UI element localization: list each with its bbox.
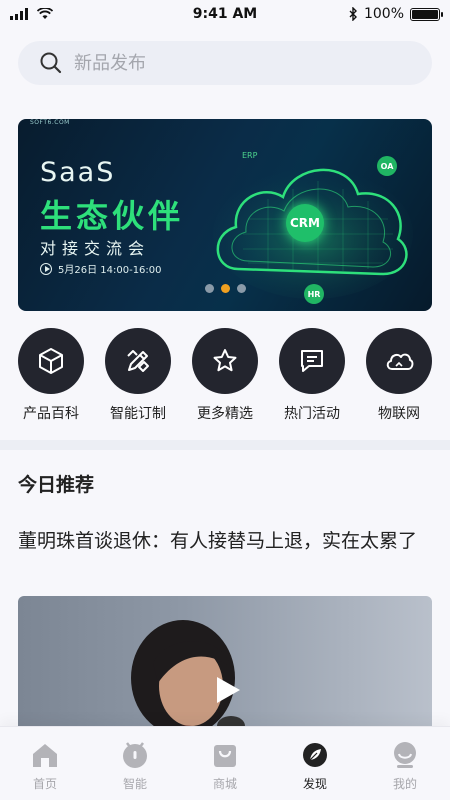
tab-home[interactable]: 首页 [0, 727, 90, 800]
category-label: 智能订制 [110, 406, 166, 422]
tab-label: 我的 [392, 777, 417, 791]
cloud-icon [386, 353, 414, 370]
promo-banner[interactable]: SOFT6.COM SaaS 生态伙伴 对接交流会 5月26日 14:00-16… [18, 119, 432, 311]
category-label: 产品百科 [23, 406, 79, 422]
banner-date: 5月26日 14:00-16:00 [40, 261, 162, 276]
cube-icon [39, 348, 63, 374]
category-grid: 产品百科 智能订制 更多精选 热门活动 物联网 [18, 328, 432, 423]
shopping-bag-icon [211, 741, 239, 769]
category-smart-custom[interactable]: 智能订制 [105, 328, 171, 423]
battery-icon [410, 7, 443, 21]
signal-icon [10, 8, 28, 20]
banner-date-text: 5月26日 14:00-16:00 [58, 265, 162, 276]
status-bar: 9:41 AM 100% [0, 0, 450, 28]
person-thumbnail [131, 620, 245, 736]
tab-label: 首页 [32, 777, 57, 791]
section-divider [0, 440, 450, 450]
tab-label: 商城 [212, 777, 237, 791]
category-icon-circle[interactable] [366, 328, 432, 394]
search-bar[interactable] [18, 41, 432, 85]
message-icon [301, 350, 323, 372]
banner-tag-erp: ERP [242, 151, 258, 160]
category-product-wiki[interactable]: 产品百科 [18, 328, 84, 423]
profile-icon [391, 741, 419, 769]
carousel-dot[interactable] [205, 284, 214, 293]
wifi-icon [37, 8, 53, 19]
carousel-dot-active[interactable] [221, 284, 230, 293]
banner-line1: SaaS [40, 157, 116, 188]
robot-icon [121, 741, 149, 769]
category-label: 更多精选 [197, 406, 253, 422]
banner-tag-crm: CRM [286, 204, 324, 242]
category-more-picks[interactable]: 更多精选 [192, 328, 258, 423]
tab-mall[interactable]: 商城 [180, 727, 270, 800]
category-label: 热门活动 [284, 406, 340, 422]
battery-percent: 100% [363, 6, 404, 22]
pencil-ruler-icon [127, 350, 149, 372]
banner-line2: 生态伙伴 [40, 197, 185, 235]
tab-label: 发现 [302, 777, 327, 791]
star-icon [213, 349, 237, 372]
carousel-dot[interactable] [237, 284, 246, 293]
tab-discover[interactable]: 发现 [270, 727, 360, 800]
category-icon-circle[interactable] [105, 328, 171, 394]
clock: 9:41 AM [192, 6, 258, 22]
banner-line3: 对接交流会 [40, 239, 151, 258]
banner-tag-hr: HR [304, 284, 324, 304]
play-circle-icon [40, 262, 52, 275]
category-label: 物联网 [378, 406, 420, 422]
tab-smart[interactable]: 智能 [90, 727, 180, 800]
article-video-thumbnail[interactable] [18, 596, 432, 736]
category-icon-circle[interactable] [279, 328, 345, 394]
bottom-tab-bar: 首页 智能 商城 发现 我的 [0, 726, 450, 800]
bluetooth-icon [349, 7, 357, 21]
tab-profile[interactable]: 我的 [360, 727, 450, 800]
search-icon [40, 52, 62, 74]
category-hot-events[interactable]: 热门活动 [279, 328, 345, 423]
category-icon-circle[interactable] [192, 328, 258, 394]
tab-label: 智能 [122, 777, 147, 791]
play-icon[interactable] [211, 674, 243, 706]
article-title[interactable]: 董明珠首谈退休：有人接替马上退，实在太累了 [18, 527, 432, 555]
home-icon [31, 741, 59, 769]
category-icon-circle[interactable] [18, 328, 84, 394]
search-input[interactable] [74, 52, 394, 74]
carousel-indicator[interactable] [205, 284, 246, 293]
compass-leaf-icon [301, 741, 329, 769]
banner-brand: SOFT6.COM [30, 119, 70, 126]
category-iot[interactable]: 物联网 [366, 328, 432, 423]
section-title-today: 今日推荐 [18, 474, 95, 496]
banner-tag-oa: OA [377, 156, 397, 176]
